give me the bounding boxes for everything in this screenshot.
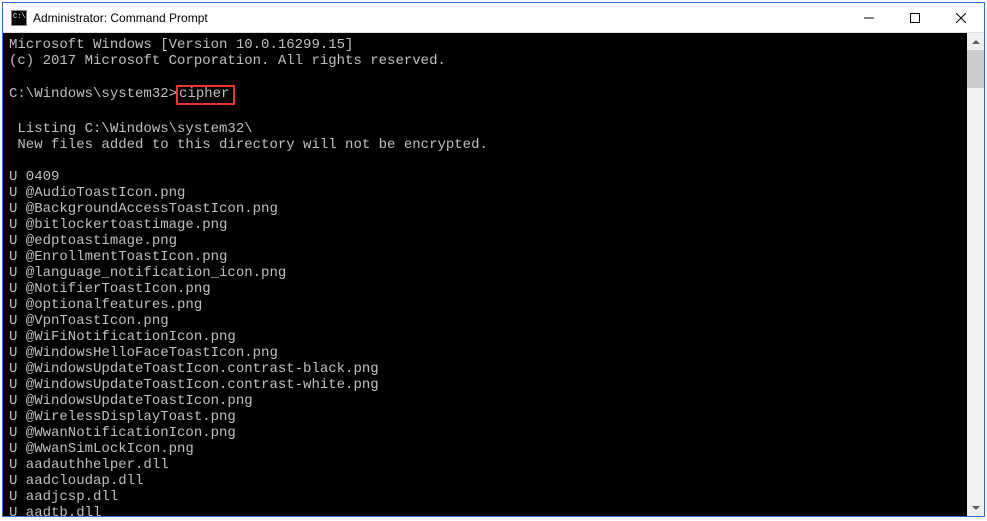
terminal-line: U @NotifierToastIcon.png: [9, 281, 961, 297]
terminal-line: U @language_notification_icon.png: [9, 265, 961, 281]
prompt-prefix: C:\Windows\system32>: [9, 86, 177, 102]
terminal-blank-line: [9, 69, 961, 85]
terminal-line: U aadtb.dll: [9, 505, 961, 516]
terminal-line: U @optionalfeatures.png: [9, 297, 961, 313]
terminal-line: New files added to this directory will n…: [9, 137, 961, 153]
terminal-line: U @VpnToastIcon.png: [9, 313, 961, 329]
terminal-line: U aadauthhelper.dll: [9, 457, 961, 473]
window-title: Administrator: Command Prompt: [33, 11, 208, 25]
terminal-output[interactable]: Microsoft Windows [Version 10.0.16299.15…: [3, 33, 967, 516]
command-prompt-window: C:\ Administrator: Command Prompt Micros…: [2, 2, 985, 517]
terminal-line: U @WindowsHelloFaceToastIcon.png: [9, 345, 961, 361]
close-button[interactable]: [938, 3, 984, 33]
terminal-blank-line: [9, 105, 961, 121]
terminal-line: U @BackgroundAccessToastIcon.png: [9, 201, 961, 217]
terminal-line: U @WindowsUpdateToastIcon.contrast-white…: [9, 377, 961, 393]
scroll-up-button[interactable]: [967, 33, 984, 50]
prompt-line: C:\Windows\system32>cipher: [9, 85, 961, 105]
terminal-line: U @bitlockertoastimage.png: [9, 217, 961, 233]
entered-command: cipher: [176, 85, 235, 105]
vertical-scrollbar[interactable]: [967, 33, 984, 516]
terminal-line: U @EnrollmentToastIcon.png: [9, 249, 961, 265]
svg-text:C:\: C:\: [13, 13, 26, 21]
terminal-line: U @WindowsUpdateToastIcon.png: [9, 393, 961, 409]
terminal-line: U aadcloudap.dll: [9, 473, 961, 489]
titlebar[interactable]: C:\ Administrator: Command Prompt: [3, 3, 984, 33]
terminal-line: U @edptoastimage.png: [9, 233, 961, 249]
terminal-line: Listing C:\Windows\system32\: [9, 121, 961, 137]
scrollbar-track[interactable]: [967, 50, 984, 499]
client-area: Microsoft Windows [Version 10.0.16299.15…: [3, 33, 984, 516]
terminal-line: U @WwanNotificationIcon.png: [9, 425, 961, 441]
terminal-line: (c) 2017 Microsoft Corporation. All righ…: [9, 53, 961, 69]
terminal-line: U @WindowsUpdateToastIcon.contrast-black…: [9, 361, 961, 377]
minimize-button[interactable]: [846, 3, 892, 33]
terminal-line: U aadjcsp.dll: [9, 489, 961, 505]
terminal-line: Microsoft Windows [Version 10.0.16299.15…: [9, 37, 961, 53]
terminal-line: U @WiFiNotificationIcon.png: [9, 329, 961, 345]
maximize-button[interactable]: [892, 3, 938, 33]
cmd-icon: C:\: [11, 10, 27, 26]
terminal-line: U @WwanSimLockIcon.png: [9, 441, 961, 457]
terminal-line: U @WirelessDisplayToast.png: [9, 409, 961, 425]
terminal-line: U 0409: [9, 169, 961, 185]
scroll-down-button[interactable]: [967, 499, 984, 516]
terminal-line: U @AudioToastIcon.png: [9, 185, 961, 201]
scrollbar-thumb[interactable]: [967, 50, 984, 88]
terminal-blank-line: [9, 153, 961, 169]
